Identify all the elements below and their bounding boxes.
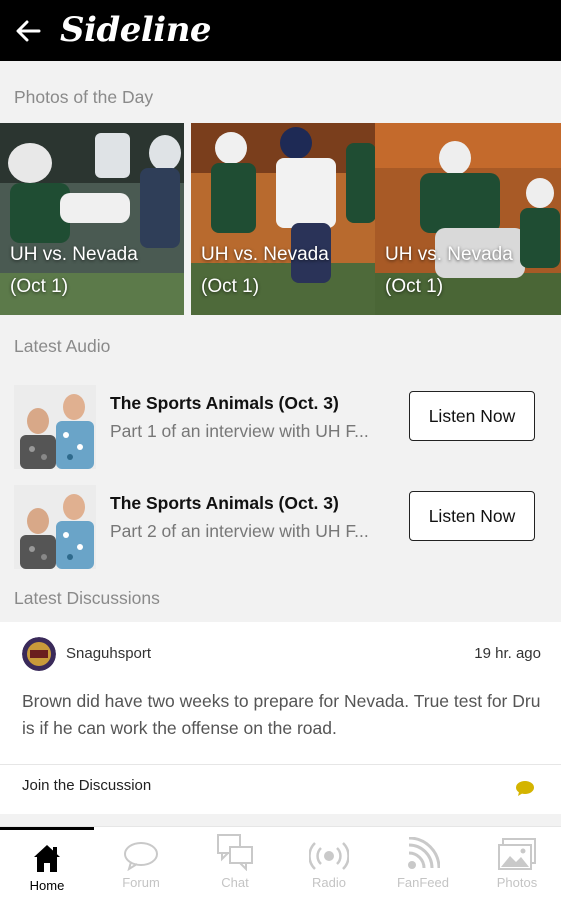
photo-caption-date: (Oct 1) (10, 276, 69, 297)
audio-description: Part 2 of an interview with UH F... (110, 521, 369, 541)
nav-label: FanFeed (396, 875, 450, 890)
photo-card[interactable]: UH vs. Nevada (Oct 1) (0, 123, 184, 315)
home-icon (34, 845, 60, 872)
post-timestamp: 19 hr. ago (474, 645, 541, 662)
nav-item-photos[interactable]: Photos (470, 827, 561, 900)
photo-caption-date: (Oct 1) (385, 276, 444, 297)
listen-now-button[interactable]: Listen Now (409, 391, 535, 441)
chat-icon (217, 834, 253, 871)
divider (0, 764, 561, 765)
nav-item-chat[interactable]: Chat (188, 827, 282, 900)
photo-card[interactable]: UH vs. Nevada (Oct 1) (375, 123, 561, 315)
discussion-card[interactable]: Snaguhsport 19 hr. ago Brown did have tw… (0, 622, 561, 814)
nav-item-home[interactable]: Home (0, 827, 94, 900)
audio-title: The Sports Animals (Oct. 3) (110, 493, 339, 513)
photos-icon (498, 838, 536, 870)
photos-section-title: Photos of the Day (14, 87, 154, 107)
back-arrow-icon (16, 20, 41, 41)
comment-bubble-icon[interactable] (515, 780, 535, 797)
bottom-navigation: Home Forum Chat Radio FanFeed Photos (0, 826, 561, 900)
back-button[interactable] (2, 0, 54, 61)
nav-label: Chat (221, 875, 249, 890)
photo-caption-date: (Oct 1) (201, 276, 260, 297)
audio-title: The Sports Animals (Oct. 3) (110, 393, 339, 413)
avatar (22, 637, 56, 671)
audio-section-title: Latest Audio (14, 336, 111, 356)
fanfeed-icon (408, 837, 440, 869)
audio-item[interactable]: The Sports Animals (Oct. 3) Part 1 of an… (0, 385, 561, 469)
nav-label: Home (29, 878, 65, 893)
audio-thumbnail (14, 485, 96, 569)
audio-description: Part 1 of an interview with UH F... (110, 421, 369, 441)
hosts-photo-image (14, 385, 96, 469)
photo-caption: UH vs. Nevada (10, 244, 138, 265)
nav-label: Radio (312, 875, 346, 890)
listen-now-button[interactable]: Listen Now (409, 491, 535, 541)
radio-icon (309, 842, 349, 870)
join-discussion-link[interactable]: Join the Discussion (22, 777, 151, 794)
audio-thumbnail (14, 385, 96, 469)
post-body: Brown did have two weeks to prepare for … (22, 691, 541, 738)
discussions-section-title: Latest Discussions (14, 588, 160, 608)
hosts-photo-image (14, 485, 96, 569)
photo-carousel[interactable]: UH vs. Nevada (Oct 1) UH vs. Nevada (Oct… (0, 123, 561, 315)
user-avatar-image (22, 637, 56, 671)
nav-label: Photos (496, 875, 538, 890)
app-bar: Sideline (0, 0, 561, 61)
photo-card[interactable]: UH vs. Nevada (Oct 1) (191, 123, 375, 315)
audio-item[interactable]: The Sports Animals (Oct. 3) Part 2 of an… (0, 485, 561, 569)
photo-caption: UH vs. Nevada (201, 244, 329, 265)
nav-item-radio[interactable]: Radio (282, 827, 376, 900)
photo-caption: UH vs. Nevada (385, 244, 513, 265)
forum-icon (124, 842, 158, 871)
nav-item-fanfeed[interactable]: FanFeed (376, 827, 470, 900)
nav-label: Forum (122, 875, 160, 890)
nav-item-forum[interactable]: Forum (94, 827, 188, 900)
app-logo: Sideline (60, 9, 212, 50)
post-username[interactable]: Snaguhsport (66, 645, 151, 662)
